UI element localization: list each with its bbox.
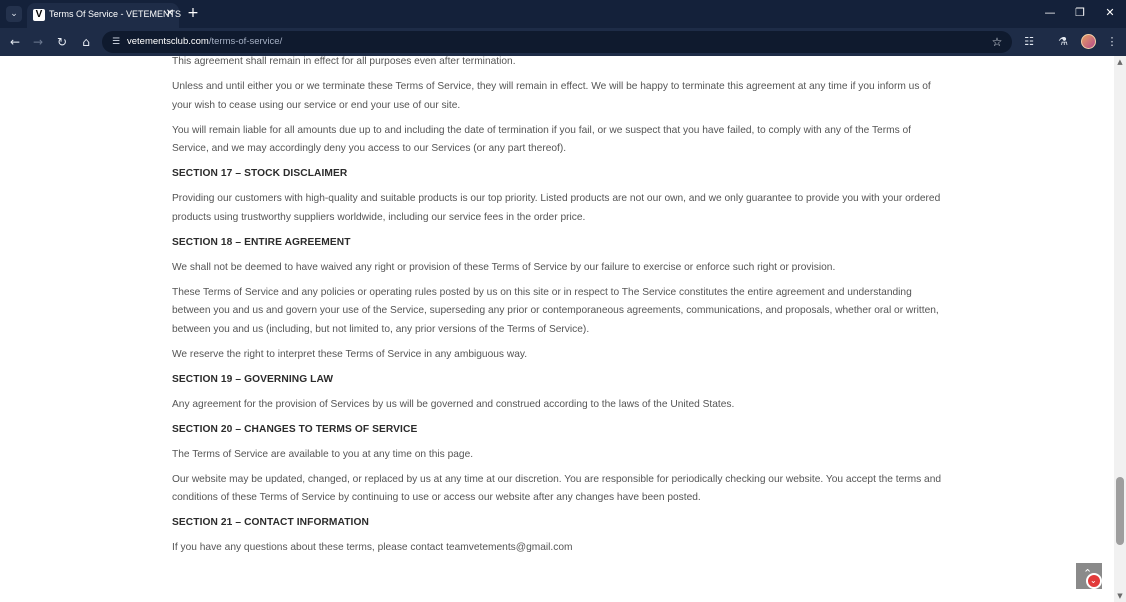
paragraph: We reserve the right to interpret these …	[172, 348, 528, 360]
flask-icon[interactable]: ⚗	[1055, 34, 1071, 50]
tab-strip: ⌄ V Terms Of Service - VETEMENTS ✕ + — ❐…	[0, 0, 1126, 28]
contact-paragraph: If you have any questions about these te…	[172, 542, 573, 554]
paragraph: Unless and until either you or we termin…	[172, 80, 931, 111]
tab-title: Terms Of Service - VETEMENTS	[49, 9, 182, 19]
profile-avatar[interactable]	[1081, 34, 1096, 49]
chat-badge-icon[interactable]: ⌄	[1086, 573, 1102, 589]
arrow-right-icon[interactable]: →	[30, 34, 46, 50]
browser-toolbar: ← → ↻ ⌂ ☰ vetementsclub.com/terms-of-ser…	[0, 28, 1126, 56]
address-bar[interactable]: ☰ vetementsclub.com/terms-of-service/ ☆	[102, 31, 1012, 53]
page-viewport: This agreement shall remain in effect fo…	[0, 56, 1114, 602]
paragraph: Any agreement for the provision of Servi…	[172, 398, 735, 410]
more-vertical-icon[interactable]: ⋮	[1104, 34, 1120, 50]
scroll-down-arrow-icon[interactable]: ▼	[1116, 592, 1124, 600]
chevron-down-icon[interactable]: ⌄	[6, 6, 22, 22]
paragraph: These Terms of Service and any policies …	[172, 286, 939, 335]
section-heading: SECTION 18 – ENTIRE AGREEMENT	[172, 236, 351, 248]
paragraph: Providing our customers with high-qualit…	[172, 193, 941, 223]
paragraph: You will remain liable for all amounts d…	[172, 124, 912, 155]
arrow-left-icon[interactable]: ←	[7, 34, 23, 50]
puzzle-icon[interactable]: ☷	[1021, 34, 1037, 50]
section-heading: SECTION 21 – CONTACT INFORMATION	[172, 517, 369, 529]
url-path: /terms-of-service/	[208, 36, 283, 47]
section-heading: SECTION 20 – CHANGES TO TERMS OF SERVICE	[172, 423, 418, 435]
page-scrollbar[interactable]: ▲ ▼	[1114, 56, 1126, 602]
tune-icon[interactable]: ☰	[109, 35, 123, 49]
browser-tab[interactable]: V Terms Of Service - VETEMENTS ✕	[27, 3, 182, 28]
terms-content: This agreement shall remain in effect fo…	[172, 56, 947, 564]
reload-icon[interactable]: ↻	[54, 34, 70, 50]
scroll-up-arrow-icon[interactable]: ▲	[1116, 58, 1124, 66]
section-heading: SECTION 17 – STOCK DISCLAIMER	[172, 168, 348, 180]
paragraph: This agreement shall remain in effect fo…	[172, 56, 516, 67]
site-favicon: V	[33, 9, 45, 21]
chevron-down-icon: ⌄	[1090, 576, 1097, 585]
star-icon[interactable]: ☆	[990, 34, 1004, 50]
close-window-icon[interactable]: ✕	[1100, 4, 1120, 22]
minimize-icon[interactable]: —	[1040, 4, 1060, 22]
url-host: vetementsclub.com	[127, 36, 209, 47]
section-heading: SECTION 19 – GOVERNING LAW	[172, 373, 334, 385]
url-text[interactable]: vetementsclub.com/terms-of-service/	[127, 36, 282, 47]
close-icon[interactable]: ✕	[164, 8, 176, 20]
home-icon[interactable]: ⌂	[78, 34, 94, 50]
paragraph: Our website may be updated, changed, or …	[172, 473, 942, 504]
paragraph: The Terms of Service are available to yo…	[172, 448, 474, 460]
restore-icon[interactable]: ❐	[1070, 4, 1090, 22]
paragraph: We shall not be deemed to have waived an…	[172, 261, 836, 273]
plus-icon[interactable]: +	[186, 6, 200, 20]
scroll-thumb[interactable]	[1116, 477, 1124, 545]
